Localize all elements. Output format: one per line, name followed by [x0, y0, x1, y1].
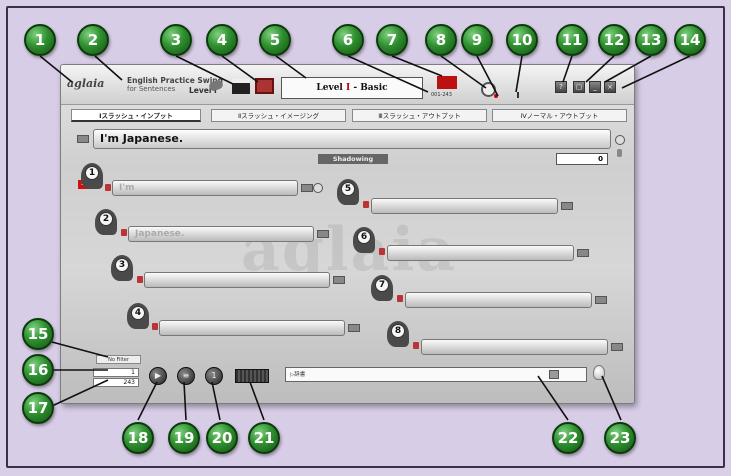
callout-14: 14 — [674, 24, 706, 56]
callout-arrows — [39, 55, 691, 421]
callout-5: 5 — [259, 24, 291, 56]
callout-12: 12 — [598, 24, 630, 56]
arrow-lines — [39, 55, 691, 421]
callout-18: 18 — [122, 422, 154, 454]
callout-4: 4 — [206, 24, 238, 56]
callout-23: 23 — [604, 422, 636, 454]
callout-22: 22 — [552, 422, 584, 454]
callout-13: 13 — [635, 24, 667, 56]
callout-7: 7 — [376, 24, 408, 56]
callout-20: 20 — [206, 422, 238, 454]
callout-15: 15 — [22, 318, 54, 350]
callout-3: 3 — [160, 24, 192, 56]
callout-9: 9 — [461, 24, 493, 56]
callout-1: 1 — [24, 24, 56, 56]
callout-19: 19 — [168, 422, 200, 454]
callout-2: 2 — [77, 24, 109, 56]
callout-6: 6 — [332, 24, 364, 56]
callout-11: 11 — [556, 24, 588, 56]
callout-10: 10 — [506, 24, 538, 56]
callout-8: 8 — [425, 24, 457, 56]
callout-17: 17 — [22, 392, 54, 424]
callout-21: 21 — [248, 422, 280, 454]
callout-16: 16 — [22, 354, 54, 386]
